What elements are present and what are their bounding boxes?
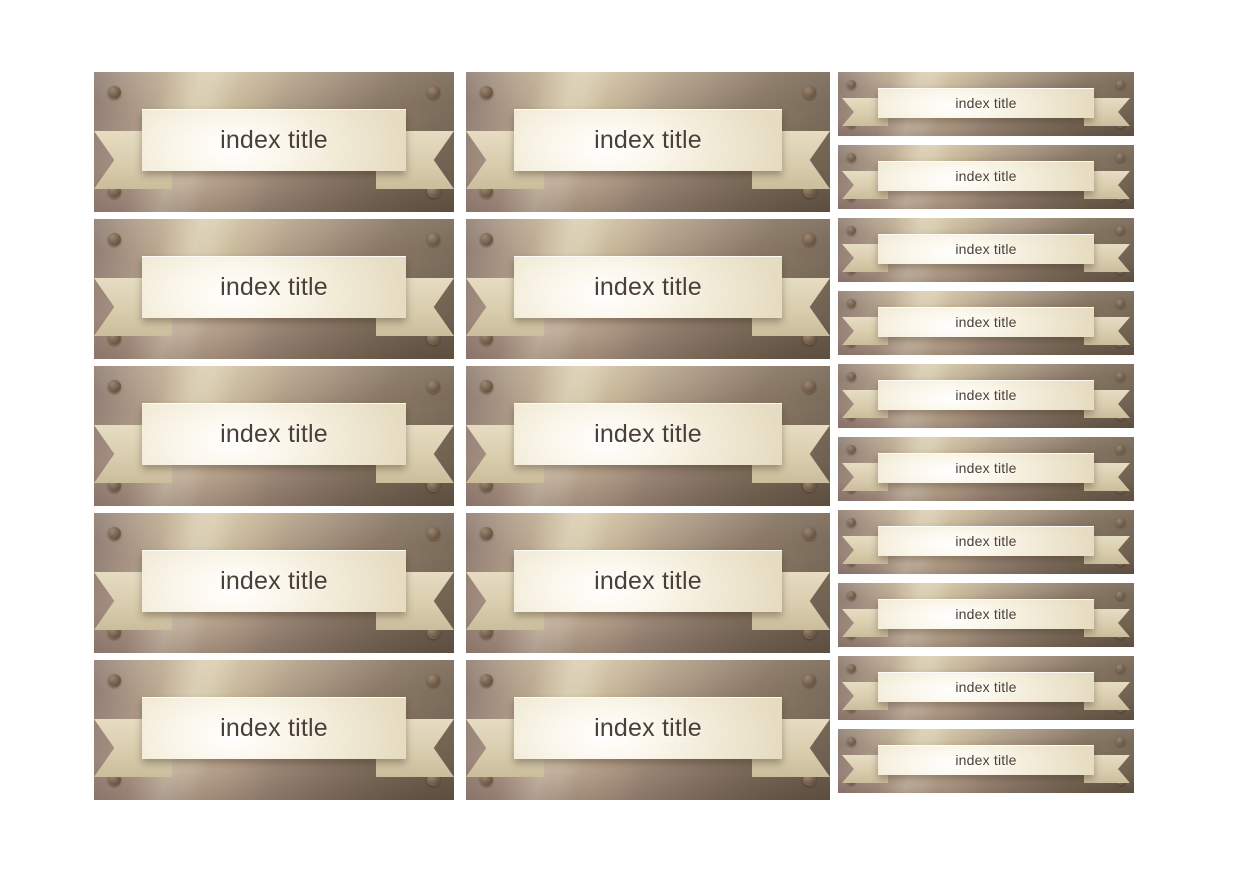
ribbon: index title — [838, 583, 1134, 647]
banner-card[interactable]: index title — [466, 219, 830, 359]
ribbon-band: index title — [142, 256, 406, 318]
banner-title: index title — [594, 125, 702, 154]
banner-card[interactable]: index title — [94, 72, 454, 212]
banner-card[interactable]: index title — [466, 72, 830, 212]
ribbon: index title — [838, 218, 1134, 282]
banner-card[interactable]: index title — [838, 510, 1134, 574]
ribbon-band: index title — [142, 550, 406, 612]
banner-card[interactable]: index title — [838, 583, 1134, 647]
banner-title: index title — [955, 460, 1017, 476]
ribbon: index title — [838, 291, 1134, 355]
banner-title: index title — [955, 95, 1017, 111]
ribbon: index title — [466, 660, 830, 800]
ribbon-band: index title — [878, 161, 1094, 191]
ribbon-band: index title — [514, 697, 782, 759]
banner-title: index title — [220, 125, 328, 154]
banner-title: index title — [220, 419, 328, 448]
ribbon-band: index title — [878, 88, 1094, 118]
banner-card[interactable]: index title — [838, 437, 1134, 501]
banner-grid-board: index title index title index title index t… — [0, 0, 1233, 870]
ribbon: index title — [838, 72, 1134, 136]
ribbon-band: index title — [142, 109, 406, 171]
ribbon: index title — [838, 364, 1134, 428]
banner-title: index title — [955, 168, 1017, 184]
banner-card[interactable]: index title — [838, 145, 1134, 209]
ribbon-band: index title — [142, 403, 406, 465]
banner-card[interactable]: index title — [466, 660, 830, 800]
banner-card[interactable]: index title — [838, 364, 1134, 428]
banner-title: index title — [955, 606, 1017, 622]
banner-card[interactable]: index title — [838, 656, 1134, 720]
banner-card[interactable]: index title — [466, 366, 830, 506]
ribbon-band: index title — [514, 109, 782, 171]
banner-card[interactable]: index title — [838, 218, 1134, 282]
banner-title: index title — [220, 272, 328, 301]
ribbon-band: index title — [878, 380, 1094, 410]
ribbon-band: index title — [514, 403, 782, 465]
banner-card[interactable]: index title — [94, 219, 454, 359]
ribbon: index title — [838, 145, 1134, 209]
ribbon-band: index title — [878, 599, 1094, 629]
ribbon: index title — [94, 366, 454, 506]
ribbon: index title — [838, 656, 1134, 720]
banner-title: index title — [955, 533, 1017, 549]
ribbon: index title — [466, 219, 830, 359]
ribbon-band: index title — [878, 453, 1094, 483]
ribbon-band: index title — [878, 745, 1094, 775]
ribbon-band: index title — [878, 526, 1094, 556]
banner-title: index title — [955, 314, 1017, 330]
ribbon-band: index title — [878, 672, 1094, 702]
banner-card[interactable]: index title — [838, 291, 1134, 355]
banner-card[interactable]: index title — [94, 513, 454, 653]
banner-title: index title — [220, 566, 328, 595]
ribbon: index title — [94, 219, 454, 359]
banner-card[interactable]: index title — [94, 366, 454, 506]
banner-title: index title — [594, 419, 702, 448]
banner-title: index title — [955, 387, 1017, 403]
banner-title: index title — [220, 713, 328, 742]
ribbon: index title — [466, 513, 830, 653]
banner-title: index title — [955, 679, 1017, 695]
ribbon-band: index title — [514, 256, 782, 318]
banner-card[interactable]: index title — [466, 513, 830, 653]
banner-title: index title — [955, 241, 1017, 257]
ribbon-band: index title — [878, 307, 1094, 337]
banner-title: index title — [594, 713, 702, 742]
ribbon-band: index title — [514, 550, 782, 612]
ribbon: index title — [94, 72, 454, 212]
ribbon: index title — [466, 366, 830, 506]
ribbon: index title — [94, 660, 454, 800]
banner-title: index title — [594, 272, 702, 301]
banner-card[interactable]: index title — [94, 660, 454, 800]
ribbon: index title — [838, 729, 1134, 793]
banner-title: index title — [955, 752, 1017, 768]
ribbon-band: index title — [142, 697, 406, 759]
ribbon: index title — [838, 437, 1134, 501]
ribbon-band: index title — [878, 234, 1094, 264]
ribbon: index title — [94, 513, 454, 653]
ribbon: index title — [466, 72, 830, 212]
banner-title: index title — [594, 566, 702, 595]
banner-card[interactable]: index title — [838, 72, 1134, 136]
ribbon: index title — [838, 510, 1134, 574]
banner-card[interactable]: index title — [838, 729, 1134, 793]
